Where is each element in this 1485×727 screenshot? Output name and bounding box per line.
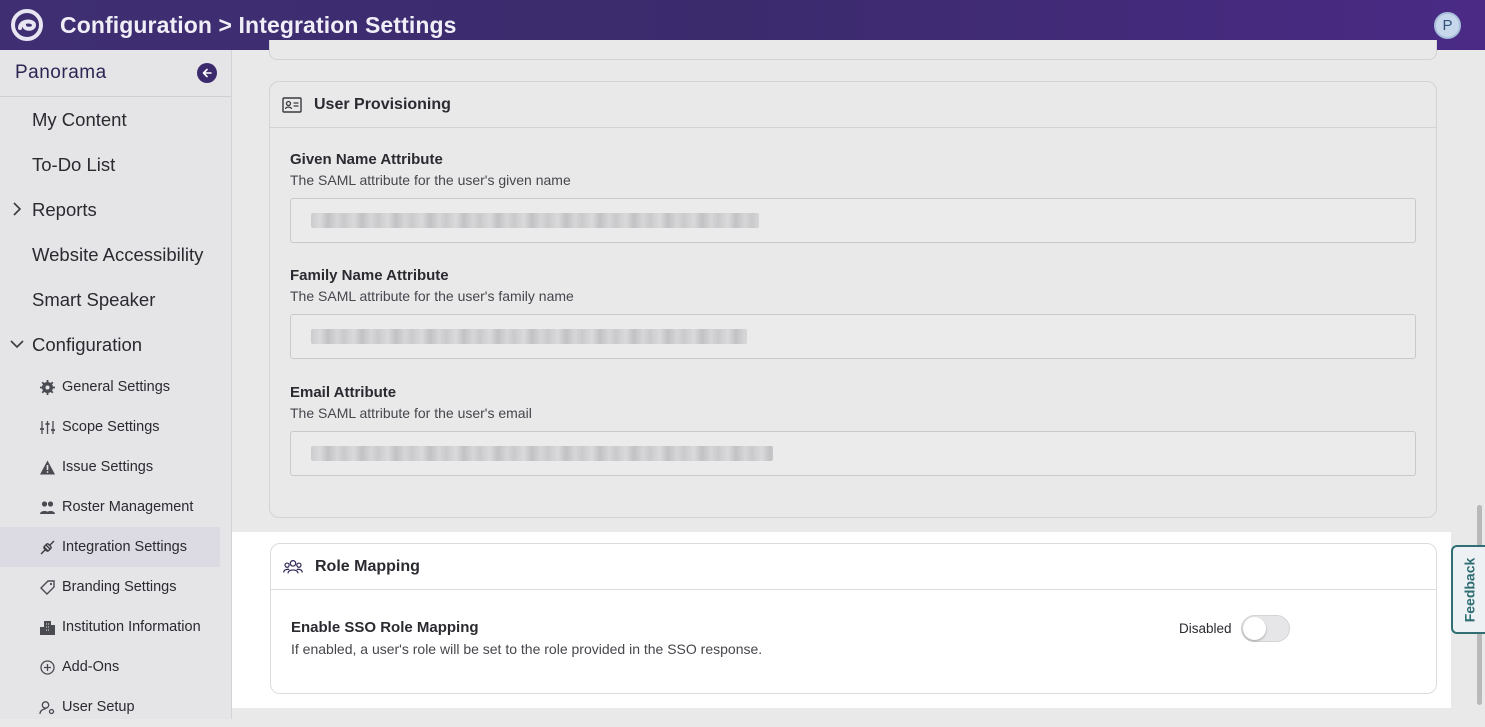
setting-description: If enabled, a user's role will be set to… <box>291 641 763 657</box>
main-content: User Provisioning Given Name Attribute T… <box>232 40 1485 719</box>
sidebar-item-smart-speaker[interactable]: Smart Speaker <box>0 277 231 322</box>
field-label: Family Name Attribute <box>290 267 449 284</box>
setting-label: Enable SSO Role Mapping <box>291 619 479 636</box>
redacted-value <box>311 446 773 461</box>
redacted-value <box>311 213 759 228</box>
redacted-value <box>311 329 747 344</box>
building-icon <box>40 621 55 635</box>
id-card-icon <box>282 96 302 113</box>
field-label: Email Attribute <box>290 384 397 401</box>
sidebar-item-configuration[interactable]: Configuration <box>0 322 231 367</box>
group-icon <box>283 559 303 574</box>
gear-icon <box>40 380 55 395</box>
sidebar-item-label: Issue Settings <box>62 459 154 475</box>
sidebar-item-general-settings[interactable]: General Settings <box>0 367 231 407</box>
chevron-down-icon <box>10 340 24 349</box>
user-gear-icon <box>39 701 55 715</box>
plus-circle-icon <box>40 660 55 675</box>
toggle-state-text: Disabled <box>1179 621 1232 636</box>
sidebar-item-reports[interactable]: Reports <box>0 187 231 232</box>
chevron-right-icon <box>13 202 22 216</box>
sidebar-item-label: Institution Information <box>62 619 201 635</box>
arrow-left-circle-icon[interactable] <box>197 63 217 83</box>
sidebar-item-label: Website Accessibility <box>32 243 204 265</box>
sidebar: Panorama My Content To-Do List Reports W… <box>0 50 232 719</box>
feedback-tab[interactable]: Feedback <box>1451 545 1485 634</box>
card-title: Role Mapping <box>315 557 420 575</box>
role-mapping-highlight: Role Mapping Enable SSO Role Mapping If … <box>232 532 1451 708</box>
field-description: The SAML attribute for the user's given … <box>290 172 571 188</box>
user-provisioning-card: User Provisioning Given Name Attribute T… <box>269 81 1437 518</box>
previous-card-edge <box>269 40 1437 60</box>
page-title: Configuration > Integration Settings <box>60 11 457 38</box>
sidebar-item-add-ons[interactable]: Add-Ons <box>0 647 231 687</box>
sidebar-item-institution-information[interactable]: Institution Information <box>0 607 231 647</box>
sidebar-item-label: Scope Settings <box>62 419 160 435</box>
sidebar-item-label: General Settings <box>62 379 171 395</box>
role-mapping-card: Role Mapping Enable SSO Role Mapping If … <box>270 543 1437 694</box>
email-field: Email Attribute The SAML attribute for t… <box>290 384 1416 476</box>
family-name-field: Family Name Attribute The SAML attribute… <box>290 267 1416 359</box>
sidebar-item-user-setup[interactable]: User Setup <box>0 687 231 727</box>
sidebar-item-label: User Setup <box>62 699 135 715</box>
sidebar-item-label: Integration Settings <box>62 539 187 555</box>
sidebar-item-label: Configuration <box>32 333 143 355</box>
swirl-logo-icon[interactable] <box>9 7 45 43</box>
sliders-icon <box>40 421 55 434</box>
field-description: The SAML attribute for the user's family… <box>290 288 574 304</box>
tag-icon <box>40 580 55 595</box>
sidebar-item-label: Roster Management <box>62 499 194 515</box>
feedback-label: Feedback <box>1461 557 1477 622</box>
sidebar-item-my-content[interactable]: My Content <box>0 97 231 142</box>
toggle-knob <box>1242 617 1266 640</box>
family-name-input[interactable] <box>290 314 1416 359</box>
sidebar-item-issue-settings[interactable]: Issue Settings <box>0 447 231 487</box>
sidebar-item-scope-settings[interactable]: Scope Settings <box>0 407 231 447</box>
warning-icon <box>40 460 55 475</box>
card-header: Role Mapping <box>271 544 1436 590</box>
sidebar-item-label: To-Do List <box>32 153 116 175</box>
sidebar-item-label: Branding Settings <box>62 579 177 595</box>
field-description: The SAML attribute for the user's email <box>290 405 532 421</box>
sidebar-item-label: My Content <box>32 108 127 130</box>
sso-role-mapping-toggle[interactable] <box>1240 615 1290 642</box>
sidebar-item-website-accessibility[interactable]: Website Accessibility <box>0 232 231 277</box>
sidebar-title: Panorama <box>15 62 107 83</box>
people-icon <box>40 501 55 514</box>
sidebar-item-roster-management[interactable]: Roster Management <box>0 487 231 527</box>
sidebar-item-label: Reports <box>32 198 97 220</box>
given-name-field: Given Name Attribute The SAML attribute … <box>290 151 1416 243</box>
sidebar-item-branding-settings[interactable]: Branding Settings <box>0 567 231 607</box>
sidebar-item-to-do-list[interactable]: To-Do List <box>0 142 231 187</box>
card-title: User Provisioning <box>314 95 451 113</box>
sidebar-item-integration-settings[interactable]: Integration Settings <box>0 527 220 567</box>
card-header: User Provisioning <box>270 82 1436 128</box>
avatar[interactable]: P <box>1434 12 1461 39</box>
sidebar-header: Panorama <box>0 50 231 97</box>
sso-role-mapping-toggle-group: Disabled <box>1179 615 1290 642</box>
sidebar-item-label: Add-Ons <box>62 659 120 675</box>
given-name-input[interactable] <box>290 198 1416 243</box>
email-input[interactable] <box>290 431 1416 476</box>
plug-icon <box>40 540 55 555</box>
field-label: Given Name Attribute <box>290 151 443 168</box>
sidebar-item-label: Smart Speaker <box>32 288 156 310</box>
